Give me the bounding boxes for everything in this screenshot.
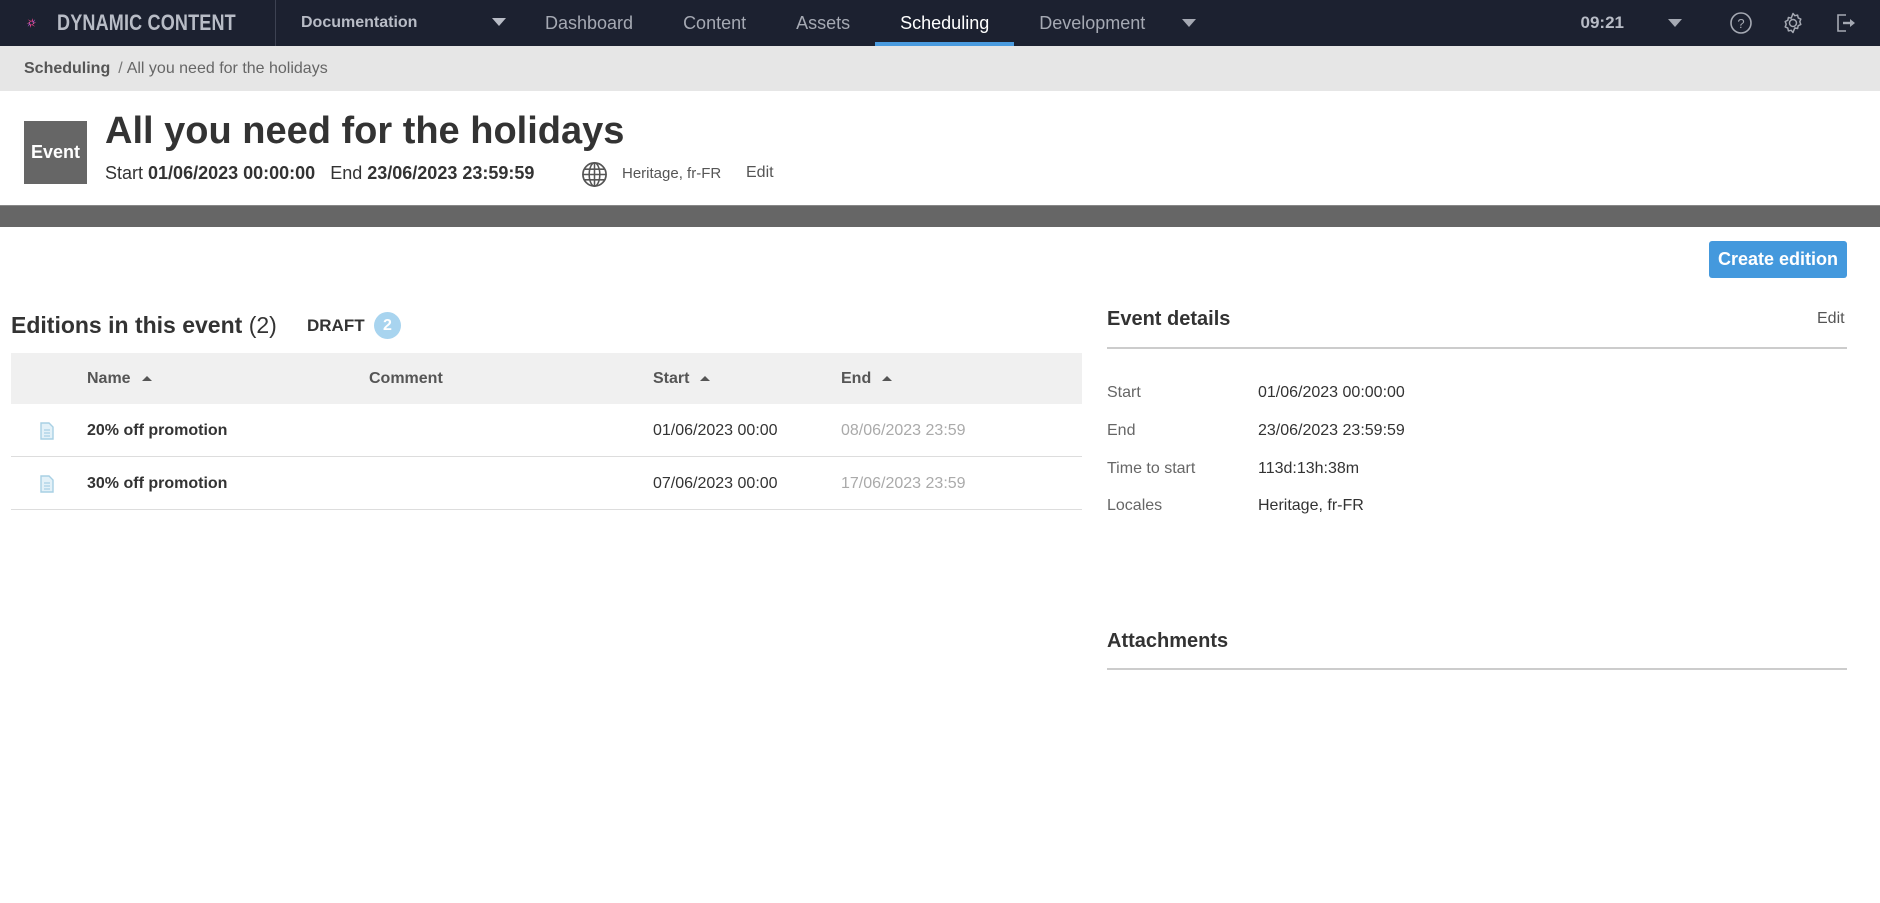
start-label: Start: [105, 163, 144, 183]
sort-ascending-icon: [700, 376, 711, 381]
svg-text:?: ?: [1737, 16, 1744, 31]
detail-label-time-to-start: Time to start: [1107, 460, 1196, 477]
edition-start: 07/06/2023 00:00: [653, 474, 778, 492]
column-label: Name: [87, 369, 131, 387]
start-value: 01/06/2023 00:00:00: [148, 163, 316, 183]
sort-ascending-icon: [882, 376, 893, 381]
settings-gear-icon[interactable]: [1780, 10, 1806, 36]
table-row[interactable]: 30% off promotion 07/06/2023 00:00 17/06…: [11, 457, 1082, 510]
column-header-name[interactable]: Name: [87, 353, 152, 404]
detail-value-start: 01/06/2023 00:00:00: [1258, 384, 1405, 401]
event-type-badge: Event: [24, 121, 87, 184]
table-header: Name Comment Start End: [11, 353, 1082, 404]
brand-name: DYNAMIC CONTENT: [56, 10, 236, 35]
time-dropdown-chevron-icon[interactable]: [1668, 19, 1682, 27]
editions-count: (2): [248, 312, 277, 338]
divider: [1107, 347, 1847, 349]
create-edition-button[interactable]: Create edition: [1709, 241, 1847, 278]
right-tools: 09:21 ?: [1581, 0, 1880, 46]
column-header-end[interactable]: End: [841, 353, 893, 404]
document-icon: [40, 422, 54, 440]
edition-name[interactable]: 30% off promotion: [87, 457, 227, 510]
brand[interactable]: DYNAMIC CONTENT: [0, 0, 276, 46]
draft-count-badge: 2: [374, 312, 401, 339]
column-label: Comment: [369, 369, 443, 387]
edition-start: 01/06/2023 00:00: [653, 421, 778, 439]
chevron-down-icon: [492, 18, 506, 26]
nav-tab-dashboard[interactable]: Dashboard: [520, 0, 658, 46]
event-locales: Heritage, fr-FR: [622, 165, 722, 182]
table-row[interactable]: 20% off promotion 01/06/2023 00:00 08/06…: [11, 404, 1082, 457]
edit-event-link[interactable]: Edit: [746, 164, 774, 182]
detail-label-start: Start: [1107, 384, 1141, 401]
editions-heading-text: Editions in this event: [11, 312, 243, 338]
column-header-comment: Comment: [369, 353, 443, 404]
dynamic-content-logo-icon: [26, 18, 37, 28]
event-details-heading: Event details: [1107, 308, 1231, 330]
nav-tab-content[interactable]: Content: [658, 0, 771, 46]
hub-name: Documentation: [301, 14, 418, 31]
edition-name[interactable]: 20% off promotion: [87, 404, 227, 457]
help-icon[interactable]: ?: [1728, 10, 1754, 36]
event-dates: Start 01/06/2023 00:00:00 End 23/06/2023…: [105, 163, 534, 184]
edition-end: 17/06/2023 23:59: [841, 474, 966, 492]
detail-value-time-to-start: 113d:13h:38m: [1258, 460, 1360, 477]
hub-selector[interactable]: Documentation: [276, 0, 520, 46]
detail-label-locales: Locales: [1107, 497, 1163, 514]
column-label: End: [841, 369, 872, 387]
editions-table: Name Comment Start End 20% off promotion…: [11, 353, 1082, 510]
breadcrumb-current: All you need for the holidays: [126, 59, 328, 77]
attachments-heading: Attachments: [1107, 630, 1229, 652]
detail-label-end: End: [1107, 422, 1136, 439]
chevron-down-icon: [1182, 19, 1197, 27]
draft-filter-label[interactable]: DRAFT: [307, 316, 365, 336]
column-label: Start: [653, 369, 690, 387]
nav-more-button[interactable]: [1170, 0, 1208, 46]
detail-value-end: 23/06/2023 23:59:59: [1258, 422, 1405, 439]
main-nav: Dashboard Content Assets Scheduling Deve…: [520, 0, 1208, 46]
top-navigation-bar: DYNAMIC CONTENT Documentation Dashboard …: [0, 0, 1880, 46]
clock-time: 09:21: [1580, 13, 1624, 32]
breadcrumb: Scheduling / All you need for the holida…: [0, 46, 1880, 91]
logout-icon[interactable]: [1832, 10, 1858, 36]
nav-tab-development[interactable]: Development: [1014, 0, 1170, 46]
sort-ascending-icon: [141, 376, 152, 381]
edition-end: 08/06/2023 23:59: [841, 421, 966, 439]
breadcrumb-separator: /: [118, 59, 123, 77]
column-header-start[interactable]: Start: [653, 353, 711, 404]
divider: [1107, 668, 1847, 670]
nav-tab-scheduling[interactable]: Scheduling: [875, 0, 1015, 46]
editions-heading: Editions in this event (2): [11, 312, 277, 339]
end-label: End: [330, 163, 363, 183]
header-divider-bar: [0, 205, 1880, 227]
page-title: All you need for the holidays: [105, 110, 625, 152]
globe-icon: [582, 162, 607, 187]
nav-tab-assets[interactable]: Assets: [771, 0, 875, 46]
event-details-edit-link[interactable]: Edit: [1817, 310, 1845, 328]
breadcrumb-scheduling-link[interactable]: Scheduling: [24, 60, 110, 78]
detail-value-locales: Heritage, fr-FR: [1258, 497, 1364, 514]
document-icon: [40, 475, 54, 493]
end-value: 23/06/2023 23:59:59: [367, 163, 535, 183]
